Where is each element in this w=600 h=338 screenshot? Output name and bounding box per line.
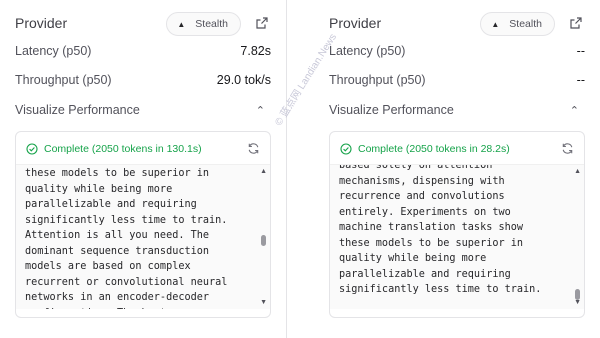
scroll-down-arrow[interactable]: ▼ [574, 299, 581, 306]
output-text-area[interactable]: these models to be superior in quality w… [16, 164, 270, 309]
output-box: Complete (2050 tokens in 130.1s) these m… [15, 131, 271, 318]
latency-label: Latency (p50) [15, 44, 92, 58]
external-link-icon[interactable] [569, 16, 583, 30]
output-status: Complete (2050 tokens in 28.2s) [340, 140, 574, 158]
provider-panel-right: Provider ▲ Stealth Latency (p50) -- Thro… [314, 0, 600, 338]
scroll-down-arrow[interactable]: ▼ [260, 299, 267, 306]
stealth-button[interactable]: ▲ Stealth [480, 12, 555, 36]
caret-up-icon: ▲ [177, 19, 186, 29]
output-text-area[interactable]: based solely on attention mechanisms, di… [330, 164, 584, 309]
caret-up-icon: ▲ [491, 19, 500, 29]
status-text: Complete (2050 tokens in 28.2s) [358, 143, 510, 155]
external-link-icon[interactable] [255, 16, 269, 30]
provider-title: Provider [329, 15, 382, 31]
status-text: Complete (2050 tokens in 130.1s) [44, 143, 202, 155]
throughput-value: -- [576, 73, 585, 87]
visualize-performance-toggle[interactable]: Visualize Performance ⌃ [329, 101, 585, 119]
scrollbar-thumb[interactable] [261, 235, 266, 246]
scroll-up-arrow[interactable]: ▲ [260, 168, 267, 175]
latency-row: Latency (p50) 7.82s [15, 42, 271, 60]
provider-title: Provider [15, 15, 68, 31]
output-box: Complete (2050 tokens in 28.2s) based so… [329, 131, 585, 318]
panel-divider [286, 0, 314, 338]
chevron-up-icon: ⌃ [255, 104, 265, 117]
visualize-label: Visualize Performance [15, 103, 140, 117]
throughput-row: Throughput (p50) -- [329, 71, 585, 89]
stealth-label: Stealth [195, 18, 228, 30]
output-status: Complete (2050 tokens in 130.1s) [26, 140, 260, 158]
visualize-label: Visualize Performance [329, 103, 454, 117]
output-text: these models to be superior in quality w… [25, 168, 228, 309]
refresh-icon[interactable] [247, 142, 260, 155]
scroll-up-arrow[interactable]: ▲ [574, 168, 581, 175]
latency-value: 7.82s [240, 44, 271, 58]
chevron-up-icon: ⌃ [569, 104, 579, 117]
check-circle-icon [340, 143, 352, 155]
throughput-value: 29.0 tok/s [216, 73, 271, 87]
stealth-label: Stealth [509, 18, 542, 30]
throughput-label: Throughput (p50) [329, 73, 426, 87]
latency-value: -- [576, 44, 585, 58]
throughput-row: Throughput (p50) 29.0 tok/s [15, 71, 271, 89]
refresh-icon[interactable] [561, 142, 574, 155]
throughput-label: Throughput (p50) [15, 73, 112, 87]
check-circle-icon [26, 143, 38, 155]
latency-label: Latency (p50) [329, 44, 406, 58]
panel-header: Provider ▲ Stealth [15, 10, 271, 36]
output-text: based solely on attention mechanisms, di… [339, 164, 542, 295]
latency-row: Latency (p50) -- [329, 42, 585, 60]
stealth-button[interactable]: ▲ Stealth [166, 12, 241, 36]
visualize-performance-toggle[interactable]: Visualize Performance ⌃ [15, 101, 271, 119]
panel-header: Provider ▲ Stealth [329, 10, 585, 36]
provider-panel-left: Provider ▲ Stealth Latency (p50) 7.82s T… [0, 0, 286, 338]
